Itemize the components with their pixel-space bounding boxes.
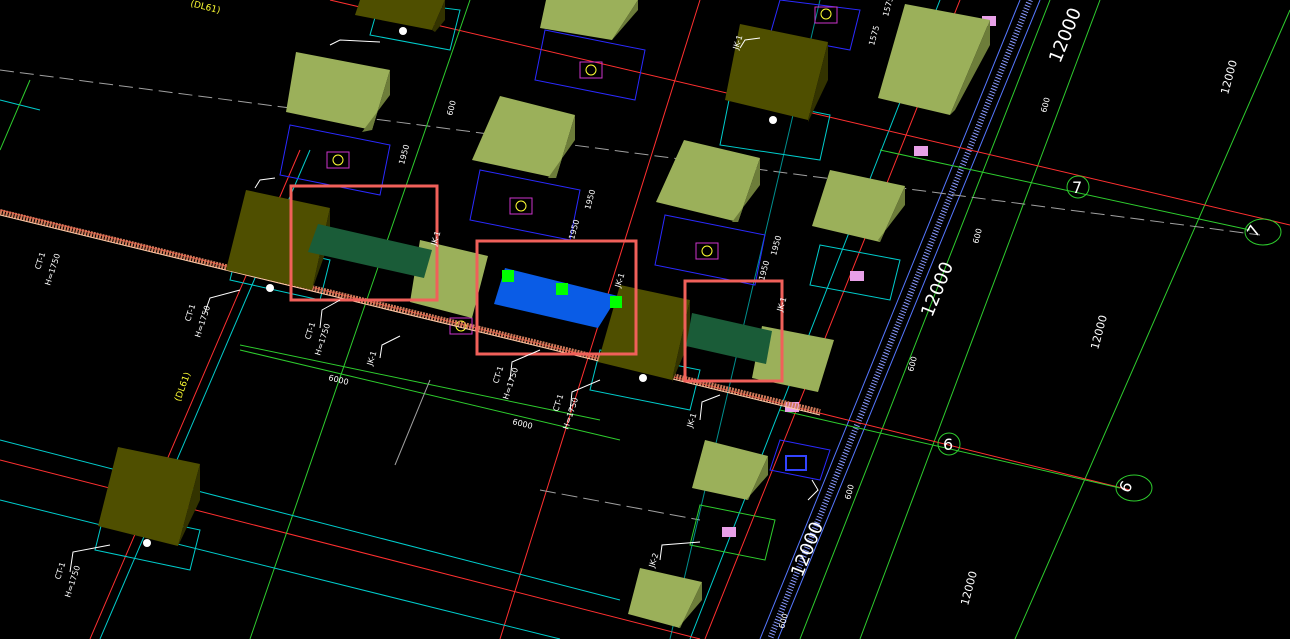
svg-text:CT-1: CT-1: [33, 251, 47, 271]
svg-text:CT-1: CT-1: [303, 321, 317, 341]
dim-12000-far-bottom: 12000: [958, 570, 980, 607]
ground-beam-strip: [0, 209, 821, 416]
grip-end: [610, 296, 622, 308]
svg-text:600: 600: [445, 99, 458, 116]
svg-text:1950: 1950: [567, 219, 581, 241]
svg-text:1575: 1575: [881, 0, 895, 18]
svg-text:H=1750: H=1750: [63, 564, 82, 598]
dim-6000-center: 6000: [512, 417, 534, 431]
cad-3d-viewport[interactable]: 12000 12000 12000 12000 12000 12000 6000…: [0, 0, 1290, 639]
dl-label-mid: (DL61): [173, 371, 193, 403]
dim-12000-far-mid: 12000: [1088, 314, 1110, 351]
dl-label-top: (DL61): [189, 0, 221, 16]
axis-label-6b: 6: [1115, 478, 1137, 496]
svg-text:600: 600: [971, 227, 984, 244]
grip-start: [502, 270, 514, 282]
dim-12000-top: 12000: [1045, 5, 1086, 66]
svg-text:JK-2: JK-2: [647, 552, 660, 570]
axis-label-6a: 6: [943, 435, 953, 454]
svg-text:CT-1: CT-1: [183, 303, 197, 323]
svg-text:JK-1: JK-1: [365, 350, 378, 368]
svg-text:1575: 1575: [867, 25, 881, 47]
svg-text:1950: 1950: [397, 144, 411, 166]
svg-text:600: 600: [1039, 96, 1052, 113]
axis-label-7a: 7: [1072, 178, 1082, 197]
svg-text:CT-1: CT-1: [491, 365, 505, 385]
svg-text:JK-1: JK-1: [775, 296, 788, 314]
dim-12000-far-top: 12000: [1218, 59, 1240, 96]
svg-text:JK-1: JK-1: [685, 412, 698, 430]
axis-bubbles: 7 7 6 6: [937, 175, 1282, 502]
svg-text:CT-1: CT-1: [53, 561, 67, 581]
svg-text:600: 600: [777, 612, 790, 629]
dim-12000-bottom: 12000: [787, 519, 828, 580]
svg-text:1950: 1950: [769, 235, 783, 257]
beam-left: [308, 224, 432, 278]
svg-text:600: 600: [843, 483, 856, 500]
svg-text:CT-1: CT-1: [551, 393, 565, 413]
beam-right: [686, 313, 772, 364]
svg-text:H=1750: H=1750: [561, 396, 580, 430]
svg-text:600: 600: [906, 355, 919, 372]
svg-text:1950: 1950: [583, 189, 597, 211]
grip-mid: [556, 283, 568, 295]
